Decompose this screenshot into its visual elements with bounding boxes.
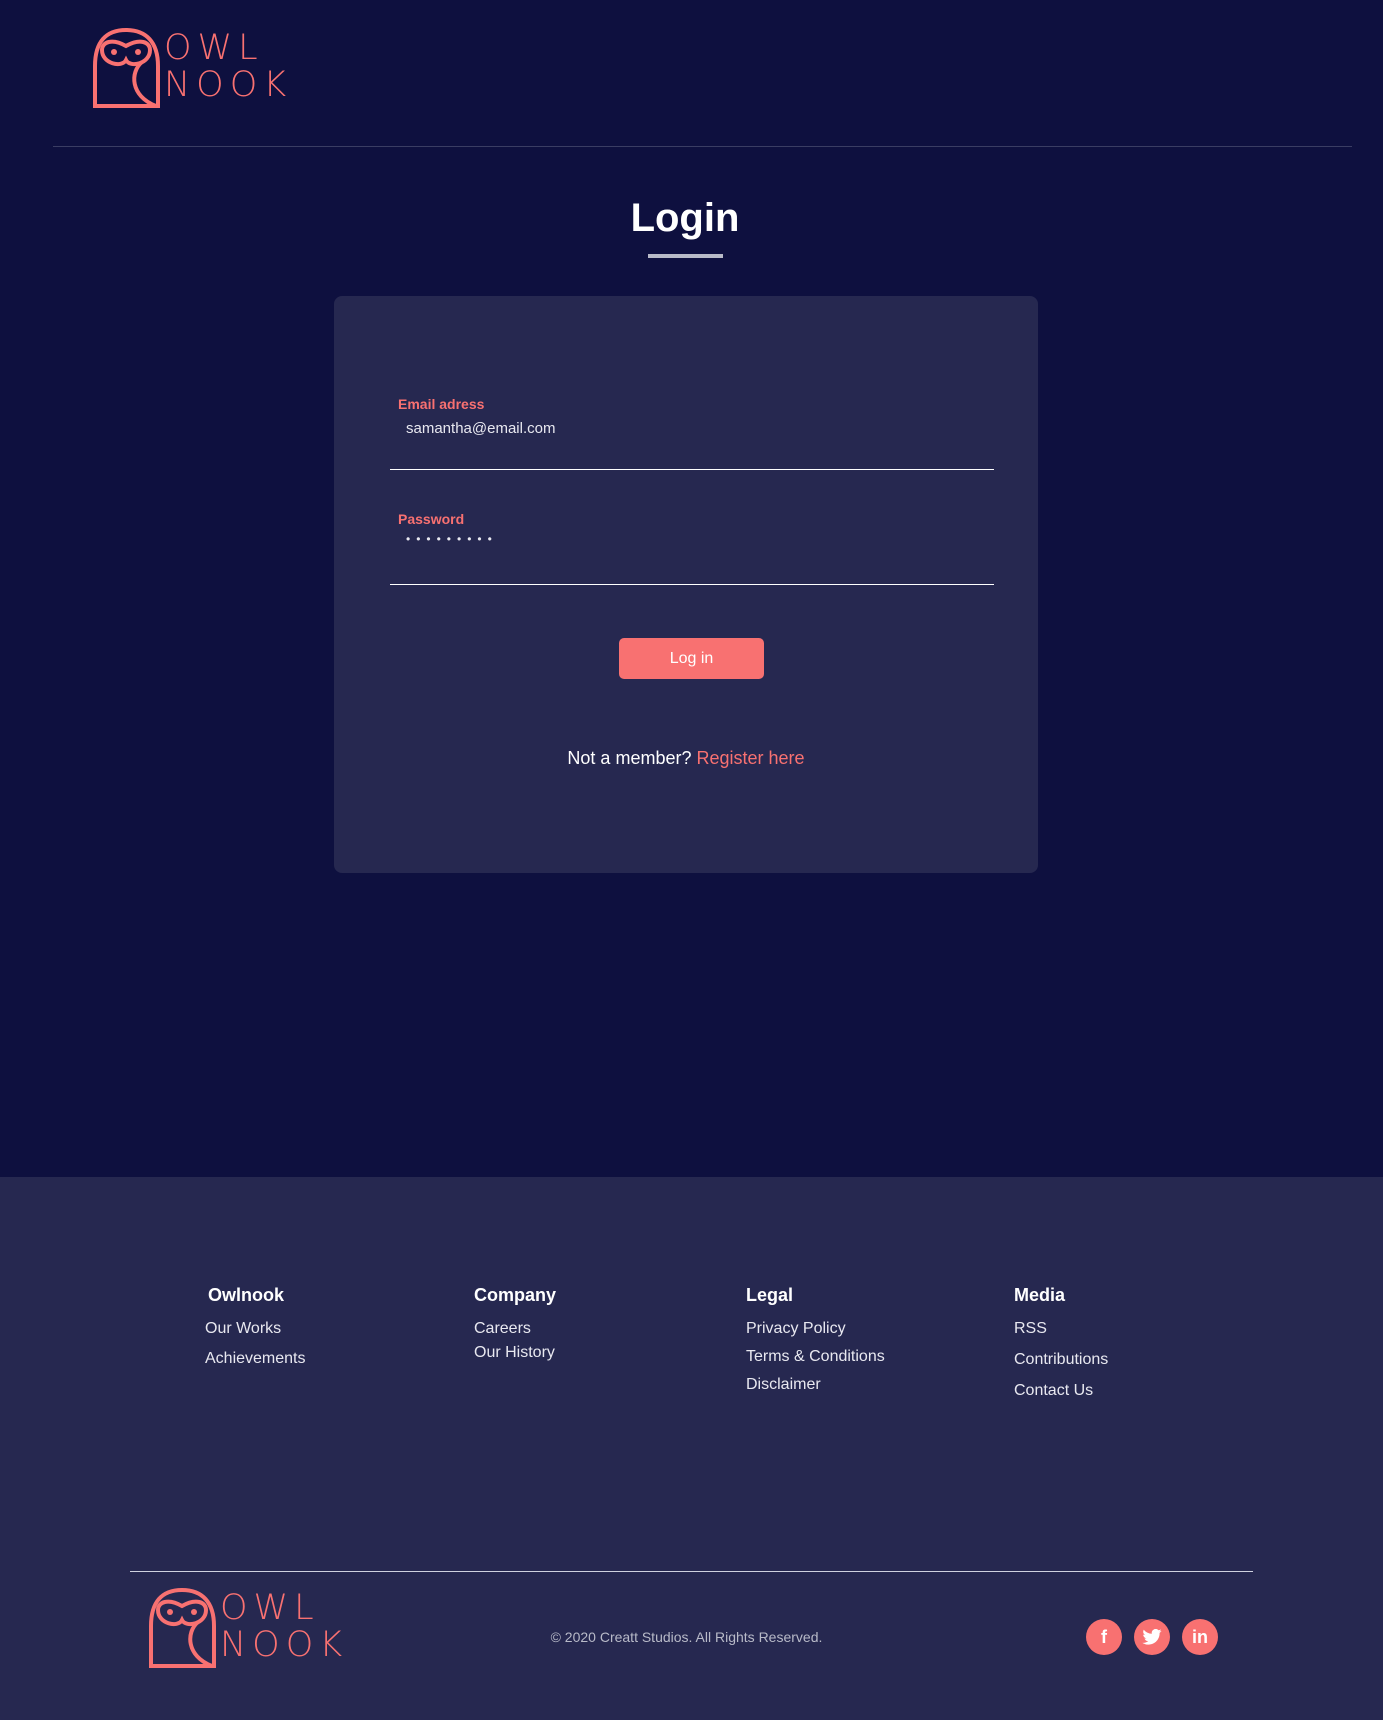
footer-link[interactable]: Terms & Conditions xyxy=(746,1348,885,1366)
register-link[interactable]: Register here xyxy=(697,748,805,768)
password-label: Password xyxy=(398,511,465,527)
not-member-text: Not a member? xyxy=(567,748,692,768)
login-card: Email adress samantha@email.com Password… xyxy=(334,296,1038,873)
title-underline xyxy=(648,254,723,258)
footer-column-company: Company Careers Our History xyxy=(474,1285,556,1362)
footer-link[interactable]: Contact Us xyxy=(1014,1382,1108,1400)
email-label: Email adress xyxy=(398,396,485,412)
footer-link[interactable]: Contributions xyxy=(1014,1351,1108,1369)
email-underline xyxy=(390,469,994,470)
logo-text-nook: NOOK xyxy=(164,65,293,105)
footer-heading: Company xyxy=(474,1285,557,1305)
header-divider xyxy=(53,146,1352,147)
owl-logo-icon xyxy=(149,1587,216,1668)
footer-divider xyxy=(130,1571,1253,1572)
footer-heading: Owlnook xyxy=(208,1285,284,1305)
email-field[interactable]: samantha@email.com xyxy=(406,420,555,437)
login-button[interactable]: Log in xyxy=(619,638,764,679)
footer-link[interactable]: Our Works xyxy=(205,1320,306,1338)
footer-link[interactable]: Careers xyxy=(474,1320,556,1338)
footer-link[interactable]: Privacy Policy xyxy=(746,1320,885,1338)
password-underline xyxy=(390,584,994,585)
footer-column-media: Media RSS Contributions Contact Us xyxy=(1014,1285,1108,1400)
footer-heading: Media xyxy=(1014,1285,1066,1305)
footer-link[interactable]: Our History xyxy=(474,1344,556,1362)
footer-column-legal: Legal Privacy Policy Terms & Conditions … xyxy=(746,1285,885,1394)
footer-heading: Legal xyxy=(746,1285,794,1305)
linkedin-icon[interactable]: in xyxy=(1182,1619,1218,1655)
password-field[interactable]: ••••••••• xyxy=(406,532,498,546)
facebook-icon[interactable]: f xyxy=(1086,1619,1122,1655)
logo-text-owl: OWL xyxy=(164,28,264,68)
logo-text-owl: OWL xyxy=(220,1588,320,1628)
footer-logo[interactable]: OWL NOOK xyxy=(148,1586,348,1668)
footer-link[interactable]: RSS xyxy=(1014,1320,1108,1338)
owl-logo-icon xyxy=(93,27,160,108)
footer-link[interactable]: Achievements xyxy=(205,1350,306,1368)
page-title: Login xyxy=(630,196,740,240)
footer-link[interactable]: Disclaimer xyxy=(746,1376,885,1394)
footer-column-owlnook: Owlnook Our Works Achievements xyxy=(205,1285,306,1368)
register-prompt: Not a member? Register here xyxy=(334,748,1038,769)
header-logo[interactable]: OWL NOOK xyxy=(92,26,292,108)
twitter-icon[interactable] xyxy=(1134,1619,1170,1655)
